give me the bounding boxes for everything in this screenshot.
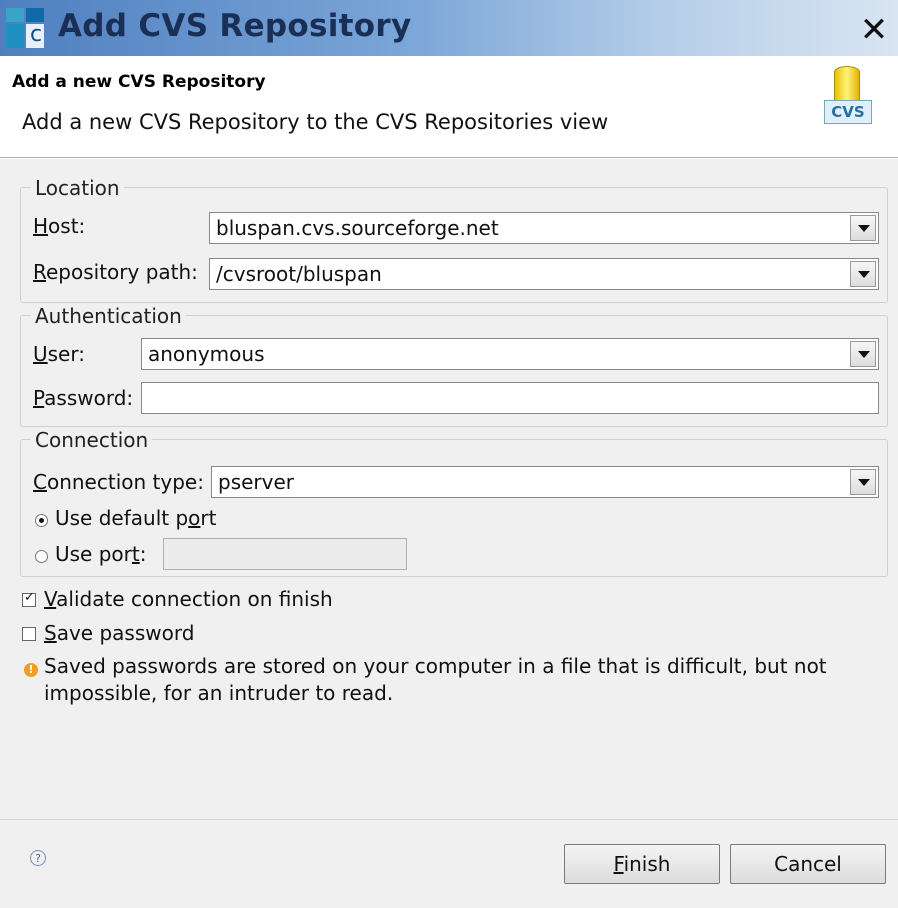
host-value: bluspan.cvs.sourceforge.net [216, 216, 499, 240]
connection-type-combo[interactable]: pserver [211, 466, 879, 498]
cancel-button[interactable]: Cancel [730, 844, 886, 884]
save-password-checkbox[interactable] [22, 627, 36, 641]
host-label: Host: [33, 214, 86, 238]
user-value: anonymous [148, 342, 265, 366]
cvs-repository-icon: CVS [824, 66, 878, 126]
use-default-port-radio[interactable] [35, 514, 48, 527]
repository-path-label: Repository path: [33, 260, 198, 284]
finish-button[interactable]: Finish [564, 844, 720, 884]
authentication-legend: Authentication [31, 304, 186, 328]
location-legend: Location [31, 176, 124, 200]
close-icon[interactable]: ✕ [854, 10, 894, 50]
wizard-header: Add a new CVS Repository Add a new CVS R… [0, 56, 898, 158]
save-password-label[interactable]: Save password [44, 621, 194, 645]
chevron-down-icon[interactable] [850, 215, 876, 241]
warning-text: Saved passwords are stored on your compu… [44, 654, 827, 705]
chevron-down-icon[interactable] [850, 261, 876, 287]
warning-icon: ! [24, 663, 38, 677]
connection-legend: Connection [31, 428, 153, 452]
port-field[interactable] [163, 538, 407, 570]
use-port-radio[interactable] [35, 550, 48, 563]
use-default-port-label[interactable]: Use default port [55, 506, 216, 530]
connection-type-value: pserver [218, 470, 295, 494]
header-description: Add a new CVS Repository to the CVS Repo… [22, 110, 609, 134]
location-group: Location Host: bluspan.cvs.sourceforge.n… [20, 176, 888, 303]
header-title: Add a new CVS Repository [12, 72, 266, 92]
authentication-group: Authentication User: anonymous Password: [20, 304, 888, 427]
user-combo[interactable]: anonymous [141, 338, 879, 370]
repository-path-value: /cvsroot/bluspan [216, 262, 382, 286]
window-title: Add CVS Repository [58, 8, 412, 44]
password-field[interactable] [141, 382, 879, 414]
connection-type-label: Connection type: [33, 470, 204, 494]
eclipse-app-icon: c [6, 8, 50, 52]
use-port-label[interactable]: Use port: [55, 542, 146, 566]
help-icon[interactable]: ? [30, 850, 46, 866]
connection-group: Connection Connection type: pserver Use … [20, 428, 888, 577]
wizard-footer: ? Finish Cancel [0, 819, 898, 908]
repository-path-combo[interactable]: /cvsroot/bluspan [209, 258, 879, 290]
chevron-down-icon[interactable] [850, 469, 876, 495]
title-bar[interactable]: c Add CVS Repository ✕ [0, 0, 898, 56]
host-combo[interactable]: bluspan.cvs.sourceforge.net [209, 212, 879, 244]
wizard-body: Location Host: bluspan.cvs.sourceforge.n… [0, 159, 898, 819]
password-label: Password: [33, 386, 134, 410]
validate-connection-checkbox[interactable] [22, 590, 36, 607]
user-label: User: [33, 342, 85, 366]
validate-connection-label[interactable]: Validate connection on finish [44, 587, 333, 611]
chevron-down-icon[interactable] [850, 341, 876, 367]
